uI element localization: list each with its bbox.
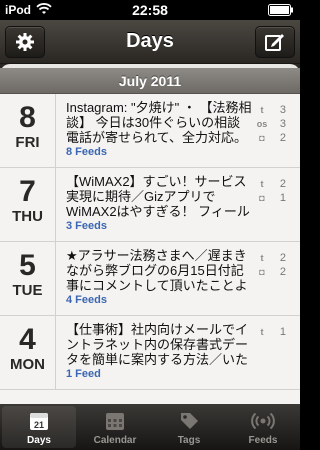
day-row[interactable]: 8 FRI Instagram: "夕焼け" ・ 【法務相談】 今日は30件ぐら… bbox=[0, 94, 300, 168]
day-number: 5 bbox=[19, 249, 36, 282]
day-number: 4 bbox=[19, 323, 36, 356]
entry-preview: 【仕事術】社内向けメールでイントラネット内の保存書式データを簡単に案内する方法／… bbox=[66, 322, 249, 367]
tab-label: Calendar bbox=[93, 435, 137, 446]
stat-camera: ◘ 2 bbox=[256, 131, 286, 144]
day-number: 8 bbox=[19, 101, 36, 134]
status-bar: iPod 22:58 bbox=[0, 0, 300, 20]
weekday-label: MON bbox=[10, 356, 45, 373]
stat-count: 1 bbox=[279, 325, 286, 338]
stat-twitter: t1 bbox=[256, 325, 287, 338]
service-stats: t2 ◘ 1 bbox=[256, 177, 286, 205]
navigation-bar: Days bbox=[0, 20, 300, 64]
twitter-icon: t bbox=[260, 104, 264, 115]
stat-os: os 3 bbox=[256, 117, 286, 130]
calendar-day-icon: 21 bbox=[30, 413, 48, 430]
camera-icon: ◘ bbox=[259, 192, 265, 203]
stat-count: 3 bbox=[279, 103, 286, 116]
tab-label: Days bbox=[27, 435, 51, 446]
date-box: 8 FRI bbox=[0, 94, 56, 167]
feed-count: 8 Feeds bbox=[66, 146, 107, 158]
feeds-icon bbox=[251, 412, 275, 430]
stat-count: 3 bbox=[279, 117, 286, 130]
date-box: 5 TUE bbox=[0, 242, 56, 315]
stat-camera: ◘ 2 bbox=[256, 265, 286, 278]
tag-icon bbox=[181, 413, 198, 429]
tab-label: Feeds bbox=[248, 435, 278, 446]
section-header-month: July 2011 bbox=[0, 68, 300, 94]
tab-bar: 21 Days Calendar Tags Feeds bbox=[0, 404, 300, 450]
camera-icon: ◘ bbox=[259, 132, 265, 143]
stat-count: 2 bbox=[279, 177, 286, 190]
clock: 22:58 bbox=[132, 2, 168, 18]
compose-button[interactable] bbox=[255, 26, 295, 58]
service-stats: t3 os 3 ◘ 2 bbox=[256, 103, 286, 145]
tab-label: Tags bbox=[177, 435, 201, 446]
weekday-label: TUE bbox=[12, 282, 43, 299]
feed-count: 1 Feed bbox=[66, 368, 101, 380]
feed-count: 3 Feeds bbox=[66, 220, 107, 232]
battery-icon bbox=[268, 4, 293, 16]
stat-twitter: t2 bbox=[256, 251, 287, 264]
twitter-icon: t bbox=[260, 326, 264, 337]
entry-preview: ★アラサー法務さまへ／遅まきながら弊ブログの6月15日付記事にコメントして頂いた… bbox=[66, 248, 248, 293]
os-icon: os bbox=[256, 118, 268, 129]
day-number: 7 bbox=[19, 175, 36, 208]
stat-count: 2 bbox=[279, 265, 286, 278]
stat-count: 1 bbox=[279, 191, 286, 204]
tab-feeds[interactable]: Feeds bbox=[226, 404, 300, 450]
stat-camera: ◘ 1 bbox=[256, 191, 286, 204]
days-list: 8 FRI Instagram: "夕焼け" ・ 【法務相談】 今日は30件ぐら… bbox=[0, 94, 300, 404]
feed-count: 4 Feeds bbox=[66, 294, 107, 306]
service-stats: t2 ◘ 2 bbox=[256, 251, 286, 279]
tab-days[interactable]: 21 Days bbox=[2, 406, 76, 448]
service-stats: t1 bbox=[256, 325, 287, 339]
entry-preview: Instagram: "夕焼け" ・ 【法務相談】 今日は30件ぐらいの相談電話… bbox=[66, 100, 252, 145]
date-box: 4 MON bbox=[0, 316, 56, 389]
compose-icon bbox=[265, 34, 284, 51]
day-row[interactable]: 4 MON 【仕事術】社内向けメールでイントラネット内の保存書式データを簡単に案… bbox=[0, 316, 300, 390]
calendar-badge: 21 bbox=[34, 420, 44, 430]
stat-count: 2 bbox=[279, 251, 286, 264]
twitter-icon: t bbox=[260, 178, 264, 189]
tab-tags[interactable]: Tags bbox=[152, 404, 226, 450]
stat-twitter: t3 bbox=[256, 103, 287, 116]
twitter-icon: t bbox=[260, 252, 264, 263]
calendar-grid-icon bbox=[106, 413, 124, 430]
date-box: 7 THU bbox=[0, 168, 56, 241]
day-row[interactable]: 7 THU 【WiMAX2】すごい！サービス実現に期待／GizアプリでWiMAX… bbox=[0, 168, 300, 242]
entry-preview: 【WiMAX2】すごい！サービス実現に期待／GizアプリでWiMAX2はやすぎる… bbox=[66, 174, 250, 219]
weekday-label: THU bbox=[12, 208, 43, 225]
stat-twitter: t2 bbox=[256, 177, 287, 190]
stat-count: 2 bbox=[279, 131, 286, 144]
camera-icon: ◘ bbox=[259, 266, 265, 277]
day-row[interactable]: 5 TUE ★アラサー法務さまへ／遅まきながら弊ブログの6月15日付記事にコメン… bbox=[0, 242, 300, 316]
tab-calendar[interactable]: Calendar bbox=[78, 404, 152, 450]
weekday-label: FRI bbox=[15, 134, 40, 151]
